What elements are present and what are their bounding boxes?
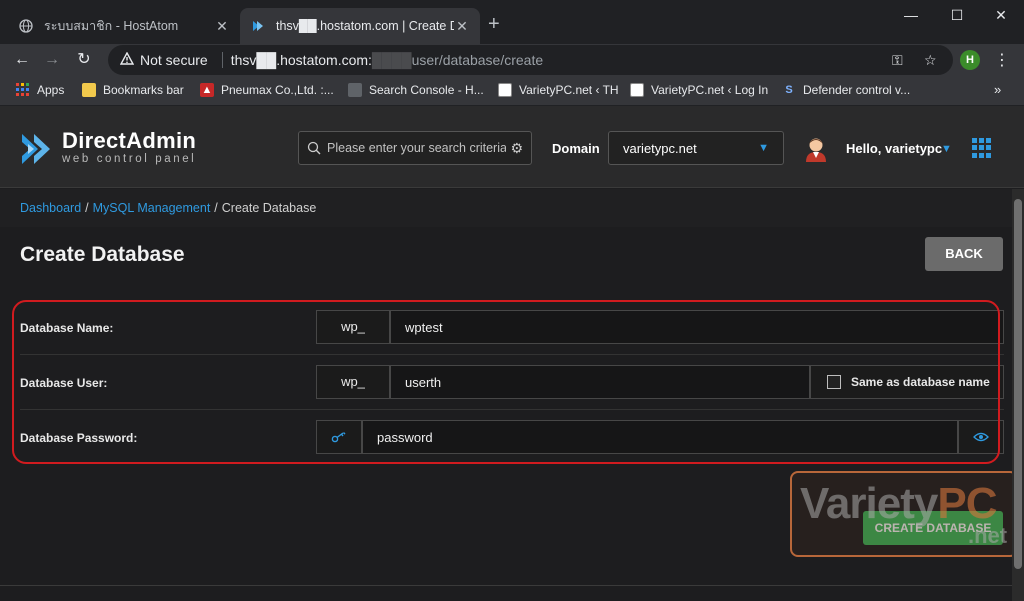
browser-tab-strip: ระบบสมาชิก - HostAtom ✕ thsv██.hostatom.… <box>0 0 1024 44</box>
breadcrumb-mysql-management[interactable]: MySQL Management <box>93 201 211 215</box>
create-database-button[interactable]: CREATE DATABASE <box>863 511 1003 545</box>
back-arrow-icon[interactable]: ← <box>10 48 34 72</box>
db-name-label: Database Name: <box>20 321 114 335</box>
footer-divider <box>0 585 1012 586</box>
bookmark-defender[interactable]: S Defender control v... <box>782 83 910 97</box>
bookmark-apps[interactable]: Apps <box>16 83 64 97</box>
chevron-down-icon: ▼ <box>758 142 769 154</box>
bookmark-varietypc-th[interactable]: VarietyPC.net ‹ TH <box>498 83 619 97</box>
warning-icon <box>119 51 135 68</box>
page-title: Create Database <box>20 243 185 266</box>
domain-label: Domain <box>552 141 600 156</box>
defender-icon: S <box>785 84 793 96</box>
domain-select[interactable]: varietypc.net ▼ <box>608 131 784 165</box>
close-tab-icon[interactable]: ✕ <box>454 18 470 35</box>
browser-tab-directadmin[interactable]: thsv██.hostatom.com | Create Da ✕ <box>240 8 480 44</box>
minimize-icon[interactable]: — <box>888 4 934 26</box>
user-greeting[interactable]: Hello, varietypc <box>846 141 942 156</box>
address-divider <box>221 52 223 68</box>
breadcrumb-separator: / <box>214 201 218 215</box>
bookmark-folder[interactable]: Bookmarks bar <box>82 83 184 97</box>
apps-icon <box>16 83 30 97</box>
search-input[interactable] <box>327 141 507 155</box>
breadcrumb-current: Create Database <box>221 201 317 215</box>
db-user-prefix: wp_ <box>316 365 390 399</box>
close-tab-icon[interactable]: ✕ <box>214 18 230 35</box>
scroll-thumb[interactable] <box>1014 199 1022 569</box>
close-window-icon[interactable]: ✕ <box>978 4 1024 26</box>
db-user-row: Database User: wp_ Same as database name <box>20 355 1004 410</box>
db-name-prefix: wp_ <box>316 310 390 344</box>
db-user-input[interactable] <box>390 365 810 399</box>
db-name-input[interactable] <box>390 310 1004 344</box>
profile-avatar[interactable]: H <box>960 50 980 70</box>
logo-title: DirectAdmin <box>62 128 197 153</box>
address-bar[interactable]: Not secure thsv██.hostatom.com: ████ use… <box>108 45 953 75</box>
new-tab-button[interactable]: + <box>488 14 500 34</box>
directadmin-logo-icon <box>22 134 50 164</box>
key-generate-icon <box>331 432 346 443</box>
tab-title: thsv██.hostatom.com | Create Da <box>276 19 454 33</box>
search-icon <box>307 141 321 155</box>
db-password-row: Database Password: <box>20 410 1004 465</box>
bookmark-label: Bookmarks bar <box>103 83 184 97</box>
tab-title: ระบบสมาชิก - HostAtom <box>44 19 179 33</box>
domain-value: varietypc.net <box>623 140 697 156</box>
same-as-db-name-toggle[interactable]: Same as database name <box>810 365 1004 399</box>
back-button[interactable]: BACK <box>925 237 1003 271</box>
browser-tab-hostatom[interactable]: ระบบสมาชิก - HostAtom ✕ <box>8 8 240 44</box>
eye-icon <box>973 432 989 442</box>
bookmark-label: VarietyPC.net ‹ TH <box>519 83 619 97</box>
breadcrumb: Dashboard / MySQL Management / Create Da… <box>0 189 1024 227</box>
bookmarks-bar: Apps Bookmarks bar ▲ Pneumax Co.,Ltd. :.… <box>0 76 1024 106</box>
db-user-label: Database User: <box>20 376 108 390</box>
logo-subtitle: web control panel <box>62 153 197 165</box>
user-menu-chevron-icon[interactable]: ▼ <box>941 143 952 155</box>
address-path: user/database/create <box>411 52 544 68</box>
db-password-label: Database Password: <box>20 431 138 445</box>
bookmark-label: Apps <box>37 83 65 97</box>
bookmark-label: Search Console - H... <box>369 83 484 97</box>
gear-icon[interactable]: ⚙ <box>510 140 523 157</box>
bookmark-label: VarietyPC.net ‹ Log In <box>651 83 769 97</box>
menu-kebab-icon[interactable]: ⋮ <box>994 50 1010 70</box>
star-icon[interactable]: ☆ <box>924 52 937 69</box>
generate-password-button[interactable] <box>316 420 362 454</box>
varietypc-icon <box>498 83 512 97</box>
reload-icon[interactable]: ↻ <box>72 48 96 72</box>
folder-icon <box>82 83 96 97</box>
breadcrumb-dashboard[interactable]: Dashboard <box>20 201 81 215</box>
bookmark-varietypc-login[interactable]: VarietyPC.net ‹ Log In <box>630 83 768 97</box>
apps-grid-icon[interactable] <box>972 138 992 158</box>
main-content: Create Database BACK Database Name: wp_ … <box>0 227 1018 601</box>
globe-icon <box>18 18 34 34</box>
directadmin-header: DirectAdmin web control panel ⚙ Domain v… <box>0 106 1024 188</box>
breadcrumb-separator: / <box>85 201 89 215</box>
key-icon[interactable]: ⚿ <box>892 52 903 69</box>
db-password-input[interactable] <box>362 420 958 454</box>
search-box[interactable]: ⚙ <box>298 131 532 165</box>
forward-arrow-icon[interactable]: → <box>40 48 64 72</box>
pneumax-icon: ▲ <box>200 83 214 97</box>
same-as-checkbox[interactable] <box>827 375 841 389</box>
browser-toolbar: ← → ↻ Not secure thsv██.hostatom.com: ██… <box>0 44 1024 76</box>
address-port-mask: ████ <box>371 52 412 68</box>
db-name-row: Database Name: wp_ <box>20 300 1004 355</box>
security-status: Not secure <box>140 52 208 68</box>
toggle-password-visibility-button[interactable] <box>958 420 1004 454</box>
search-console-icon <box>348 83 362 97</box>
bookmark-search-console[interactable]: Search Console - H... <box>348 83 484 97</box>
varietypc-icon <box>630 83 644 97</box>
page-scrollbar[interactable] <box>1012 189 1024 601</box>
bookmarks-overflow-button[interactable]: » <box>994 82 1001 97</box>
user-avatar[interactable] <box>804 136 828 162</box>
bookmark-label: Pneumax Co.,Ltd. :... <box>221 83 334 97</box>
address-host: thsv██.hostatom.com: <box>230 52 372 68</box>
same-as-label: Same as database name <box>851 375 990 389</box>
bookmark-pneumax[interactable]: ▲ Pneumax Co.,Ltd. :... <box>200 83 334 97</box>
maximize-icon[interactable]: ☐ <box>934 4 980 26</box>
bookmark-label: Defender control v... <box>803 83 911 97</box>
directadmin-favicon-icon <box>250 18 266 34</box>
